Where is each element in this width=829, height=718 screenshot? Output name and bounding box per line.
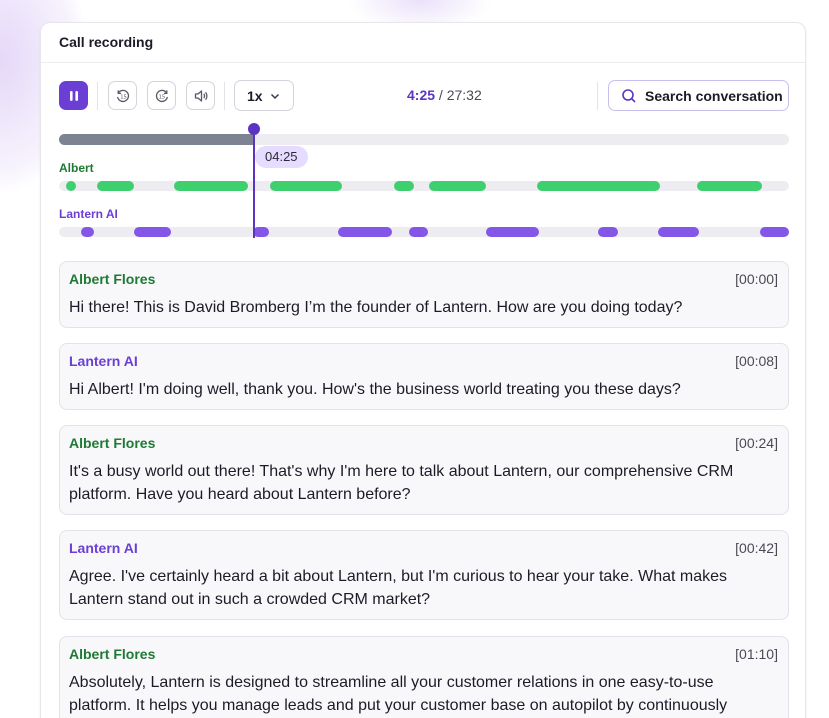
- timeline-speaker-label: Lantern AI: [59, 207, 118, 221]
- message-speaker: Albert Flores: [69, 435, 156, 451]
- transcript-message: Lantern AI [00:42] Agree. I've certainly…: [59, 530, 789, 620]
- message-timestamp[interactable]: [00:42]: [735, 540, 778, 562]
- pause-icon: [69, 90, 78, 101]
- speech-segment[interactable]: [394, 181, 414, 191]
- message-speaker: Albert Flores: [69, 646, 156, 662]
- message-timestamp[interactable]: [01:10]: [735, 646, 778, 668]
- message-timestamp[interactable]: [00:08]: [735, 353, 778, 375]
- transcript-message: Albert Flores [00:24] It's a busy world …: [59, 425, 789, 515]
- message-text: Hi there! This is David Bromberg I’m the…: [69, 299, 683, 316]
- time-separator: /: [438, 87, 447, 103]
- speech-segment[interactable]: [429, 181, 486, 191]
- toolbar-divider: [97, 82, 98, 110]
- search-icon: [622, 88, 636, 103]
- progress-track[interactable]: [59, 134, 789, 145]
- speech-segment[interactable]: [134, 227, 171, 237]
- call-recording-card: Call recording 15 15 1x 4:25 / 27:32 Sea…: [40, 22, 806, 718]
- message-text: It's a busy world out there! That's why …: [69, 463, 734, 503]
- playback-speed-select[interactable]: 1x: [234, 80, 294, 111]
- transcript-message: Albert Flores [01:10] Absolutely, Lanter…: [59, 636, 789, 718]
- svg-text:15: 15: [158, 94, 165, 100]
- message-speaker: Lantern AI: [69, 353, 138, 369]
- speech-segment[interactable]: [97, 181, 134, 191]
- speech-segment[interactable]: [409, 227, 428, 237]
- toolbar-divider: [597, 82, 598, 110]
- message-speaker: Albert Flores: [69, 271, 156, 287]
- message-timestamp[interactable]: [00:24]: [735, 435, 778, 457]
- volume-icon: [194, 89, 208, 102]
- speech-segment[interactable]: [253, 227, 269, 237]
- playhead-handle[interactable]: [248, 123, 260, 135]
- player-toolbar: 15 15 1x 4:25 / 27:32 Search conversatio…: [59, 80, 789, 112]
- message-text: Agree. I've certainly heard a bit about …: [69, 568, 728, 608]
- chevron-down-icon: [270, 93, 280, 100]
- transcript-message: Lantern AI [00:08] Hi Albert! I'm doing …: [59, 343, 789, 410]
- forward-15-icon: 15: [155, 89, 168, 102]
- progress-fill: [59, 134, 254, 145]
- speech-segment[interactable]: [486, 227, 539, 237]
- volume-button[interactable]: [186, 81, 215, 110]
- speech-segment[interactable]: [598, 227, 618, 237]
- timeline-lane-lantern-ai[interactable]: [59, 227, 789, 237]
- rewind-15-icon: 15: [116, 89, 129, 102]
- speech-segment[interactable]: [658, 227, 699, 237]
- speech-segment[interactable]: [174, 181, 248, 191]
- timeline-speaker-label: Albert: [59, 161, 94, 175]
- speech-segment[interactable]: [338, 227, 392, 237]
- time-readout: 4:25 / 27:32: [407, 87, 482, 103]
- playhead-time-bubble: 04:25: [255, 146, 308, 168]
- message-text: Hi Albert! I'm doing well, thank you. Ho…: [69, 381, 681, 398]
- message-timestamp[interactable]: [00:00]: [735, 271, 778, 293]
- speech-segment[interactable]: [537, 181, 660, 191]
- card-title: Call recording: [41, 23, 805, 63]
- message-speaker: Lantern AI: [69, 540, 138, 556]
- svg-text:15: 15: [120, 94, 127, 100]
- toolbar-divider: [224, 82, 225, 110]
- forward-15-button[interactable]: 15: [147, 81, 176, 110]
- playhead-line: [253, 129, 255, 238]
- timeline-lane-albert[interactable]: [59, 181, 789, 191]
- search-conversation-button[interactable]: Search conversation: [608, 80, 789, 111]
- total-time: 27:32: [446, 87, 482, 103]
- transcript-message: Albert Flores [00:00] Hi there! This is …: [59, 261, 789, 328]
- audio-timeline: Albert Lantern AI 04:25: [59, 123, 789, 253]
- speech-segment[interactable]: [697, 181, 762, 191]
- speech-segment[interactable]: [81, 227, 94, 237]
- speech-segment[interactable]: [270, 181, 342, 191]
- speech-segment[interactable]: [66, 181, 76, 191]
- current-time: 4:25: [407, 87, 436, 103]
- pause-button[interactable]: [59, 81, 88, 110]
- speech-segment[interactable]: [760, 227, 789, 237]
- playback-speed-value: 1x: [247, 87, 263, 104]
- search-conversation-label: Search conversation: [645, 87, 783, 104]
- message-text: Absolutely, Lantern is designed to strea…: [69, 674, 728, 714]
- rewind-15-button[interactable]: 15: [108, 81, 137, 110]
